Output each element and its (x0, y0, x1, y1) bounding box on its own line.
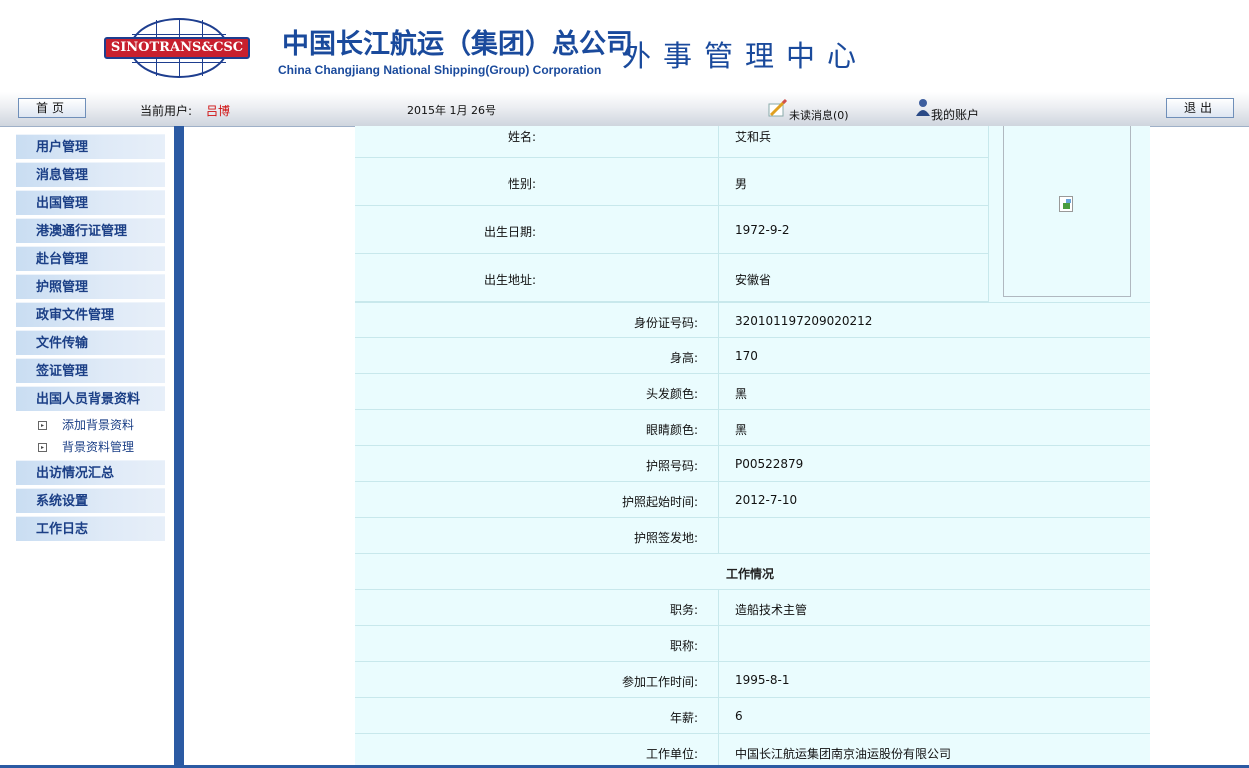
table-row-salary: 年薪: 6 (355, 698, 1150, 734)
sidebar-item-visa-management[interactable]: 签证管理 (16, 358, 165, 383)
title-label: 职称: (669, 639, 698, 653)
logout-button[interactable]: 退出 (1166, 98, 1234, 118)
work-unit-value: 中国长江航运集团南京油运股份有限公司 (735, 747, 952, 761)
hair-color-value: 黑 (735, 387, 748, 401)
current-date: 2015年 1月 26号 (407, 104, 496, 117)
birth-date-label: 出生日期: (483, 225, 536, 239)
sidebar-divider (174, 126, 184, 768)
position-label: 职务: (669, 603, 698, 617)
my-account-label: 我的账户 (931, 108, 980, 122)
sidebar-item-system-settings[interactable]: 系统设置 (16, 488, 165, 513)
table-row-birth-place: 出生地址: 安徽省 (355, 254, 988, 302)
id-number-value: 320101197209020212 (735, 314, 873, 328)
passport-number-label: 护照号码: (645, 459, 698, 473)
gender-label: 性别: (507, 177, 536, 191)
height-value: 170 (735, 349, 758, 363)
salary-label: 年薪: (669, 711, 698, 725)
table-row-passport-start: 护照起始时间: 2012-7-10 (355, 482, 1150, 518)
table-row-title: 职称: (355, 626, 1150, 662)
position-value: 造船技术主管 (735, 603, 808, 617)
current-user-name: 吕博 (206, 104, 231, 118)
passport-start-value: 2012-7-10 (735, 493, 798, 507)
home-button[interactable]: 首页 (18, 98, 86, 118)
work-section-title: 工作情况 (726, 567, 775, 581)
table-row-id-number: 身份证号码: 320101197209020212 (355, 302, 1150, 338)
pencil-note-icon (768, 98, 788, 117)
table-row-gender: 性别: 男 (355, 158, 988, 206)
work-unit-label: 工作单位: (645, 747, 698, 761)
system-title: 外事管理中心 (622, 39, 869, 73)
unread-messages-label: 未读消息(0) (789, 109, 849, 122)
sidebar-subitem-add-background[interactable]: ▸ 添加背景资料 (16, 414, 165, 436)
sidebar-subitem-label: 背景资料管理 (62, 440, 135, 454)
broken-image-icon (1059, 196, 1073, 212)
current-user-label: 当前用户: (140, 104, 193, 118)
sidebar-menu: 用户管理 消息管理 出国管理 港澳通行证管理 赴台管理 护照管理 政审文件管理 … (16, 134, 165, 544)
sidebar-item-background-info[interactable]: 出国人员背景资料 (16, 386, 165, 411)
sidebar-item-political-review[interactable]: 政审文件管理 (16, 302, 165, 327)
sidebar-item-file-transfer[interactable]: 文件传输 (16, 330, 165, 355)
sidebar-item-work-log[interactable]: 工作日志 (16, 516, 165, 541)
sidebar-item-message-management[interactable]: 消息管理 (16, 162, 165, 187)
table-row-passport-number: 护照号码: P00522879 (355, 446, 1150, 482)
table-row-position: 职务: 造船技术主管 (355, 590, 1150, 626)
id-number-label: 身份证号码: (633, 316, 698, 330)
sidebar-item-visit-summary[interactable]: 出访情况汇总 (16, 460, 165, 485)
birth-place-label: 出生地址: (483, 273, 536, 287)
top-toolbar: 首页 当前用户: 吕博 2015年 1月 26号 未读消息(0) 我的账户 退出 (0, 92, 1249, 127)
name-label: 姓名: (507, 130, 536, 144)
table-row-height: 身高: 170 (355, 338, 1150, 374)
page-header: SINOTRANS&CSC 中国长江航运（集团）总公司 China Changj… (0, 0, 1249, 92)
table-row-passport-place: 护照签发地: (355, 518, 1150, 554)
company-name-en: China Changjiang National Shipping(Group… (278, 63, 602, 77)
table-row-hair-color: 头发颜色: 黑 (355, 374, 1150, 410)
birth-date-value: 1972-9-2 (735, 223, 790, 237)
expand-box-icon: ▸ (38, 443, 47, 452)
hair-color-label: 头发颜色: (645, 387, 698, 401)
sidebar-subitem-label: 添加背景资料 (62, 418, 135, 432)
sidebar-item-hk-macau-permit[interactable]: 港澳通行证管理 (16, 218, 165, 243)
table-row-eye-color: 眼睛颜色: 黑 (355, 410, 1150, 446)
work-start-label: 参加工作时间: (621, 675, 698, 689)
sidebar-subitem-manage-background[interactable]: ▸ 背景资料管理 (16, 436, 165, 458)
table-row-birth-date: 出生日期: 1972-9-2 (355, 206, 988, 254)
sidebar-item-passport-management[interactable]: 护照管理 (16, 274, 165, 299)
height-label: 身高: (669, 351, 698, 365)
name-value: 艾和兵 (735, 130, 772, 144)
salary-value: 6 (735, 709, 743, 723)
sidebar-item-outbound-management[interactable]: 出国管理 (16, 190, 165, 215)
gender-value: 男 (735, 177, 748, 191)
passport-number-value: P00522879 (735, 457, 804, 471)
birth-place-value: 安徽省 (735, 273, 772, 287)
profile-photo (1003, 126, 1131, 297)
work-start-value: 1995-8-1 (735, 673, 790, 687)
user-icon (916, 99, 930, 116)
table-row-work-start: 参加工作时间: 1995-8-1 (355, 662, 1150, 698)
sidebar-item-user-management[interactable]: 用户管理 (16, 134, 165, 159)
profile-detail-table: 姓名: 艾和兵 性别: 男 出生日期: 1972-9-2 出生地址: 安徽省 身… (355, 126, 1150, 768)
sidebar-item-taiwan-management[interactable]: 赴台管理 (16, 246, 165, 271)
eye-color-value: 黑 (735, 423, 748, 437)
sinotrans-logo: SINOTRANS&CSC (104, 37, 250, 59)
table-row-section-header: 工作情况 (355, 554, 1150, 590)
eye-color-label: 眼睛颜色: (645, 423, 698, 437)
passport-place-label: 护照签发地: (633, 531, 698, 545)
company-name-cn: 中国长江航运（集团）总公司 (282, 29, 633, 60)
table-row-name: 姓名: 艾和兵 (355, 126, 988, 158)
table-row-work-unit: 工作单位: 中国长江航运集团南京油运股份有限公司 (355, 734, 1150, 768)
expand-box-icon: ▸ (38, 421, 47, 430)
passport-start-label: 护照起始时间: (621, 495, 698, 509)
